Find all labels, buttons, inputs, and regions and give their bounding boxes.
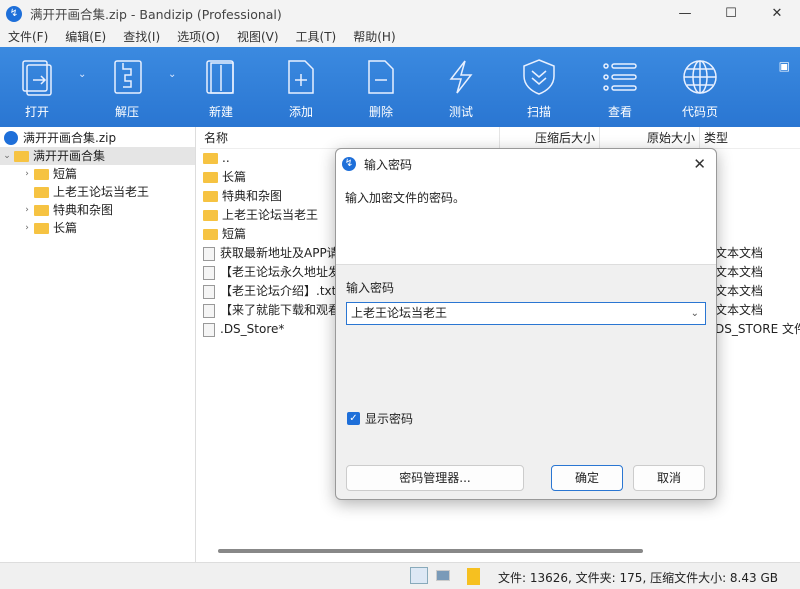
folder-tree: 满开开画合集.zip ⌄ 满开开画合集 › 短篇 上老王论坛当老王 › 特典和杂图 ›… <box>0 127 196 562</box>
menu-bar: 文件(F) 编辑(E) 查找(I) 选项(O) 视图(V) 工具(T) 帮助(H… <box>0 27 800 47</box>
column-compressed-size[interactable]: 压缩后大小 <box>500 127 600 148</box>
view-button[interactable]: 查看 <box>590 57 650 120</box>
tree-item[interactable]: › 短篇 <box>0 165 195 183</box>
folder-icon <box>203 153 218 164</box>
archive-folder-icon[interactable] <box>467 568 480 585</box>
expanded-arrow-icon[interactable]: ⌄ <box>0 147 14 165</box>
status-text: 文件: 13626, 文件夹: 175, 压缩文件大小: 8.43 GB <box>498 571 778 585</box>
close-button[interactable]: ✕ <box>754 0 800 27</box>
folder-icon <box>203 191 218 202</box>
test-button[interactable]: 测试 <box>431 57 491 120</box>
collapsed-arrow-icon[interactable]: › <box>20 165 34 183</box>
new-archive-button[interactable]: 新建 <box>191 57 251 120</box>
checkmark-icon: ✓ <box>347 412 360 425</box>
tree-item[interactable]: › 长篇 <box>0 219 195 237</box>
dialog-message: 输入加密文件的密码。 <box>345 191 466 205</box>
text-file-icon <box>203 303 215 318</box>
file-type: 文本文档 <box>715 303 764 317</box>
scan-button[interactable]: 扫描 <box>509 57 569 120</box>
folder-icon <box>34 222 49 234</box>
title-bar: ↯ 满开开画合集.zip - Bandizip (Professional) —… <box>0 0 800 27</box>
menu-tools[interactable]: 工具(T) <box>296 27 337 47</box>
thumbnail-view-icon[interactable] <box>436 570 450 581</box>
shield-icon <box>523 59 555 95</box>
menu-edit[interactable]: 编辑(E) <box>65 27 106 47</box>
add-file-icon <box>288 60 314 94</box>
password-input[interactable]: 上老王论坛当老王 ⌄ <box>346 302 706 325</box>
menu-options[interactable]: 选项(O) <box>177 27 220 47</box>
details-view-icon[interactable] <box>410 567 428 584</box>
folder-icon <box>203 172 218 183</box>
tree-root[interactable]: 满开开画合集.zip <box>0 129 195 147</box>
tree-item[interactable]: 上老王论坛当老王 <box>0 183 195 201</box>
file-type: 文本文档 <box>715 284 764 298</box>
chevron-down-icon[interactable]: ⌄ <box>691 303 699 324</box>
password-dialog: ↯ 输入密码 ✕ 输入加密文件的密码。 输入密码 上老王论坛当老王 ⌄ ✓ 显示密码… <box>335 148 717 500</box>
menu-find[interactable]: 查找(I) <box>123 27 160 47</box>
folder-icon <box>34 204 49 216</box>
extract-button[interactable]: 解压 <box>97 57 157 120</box>
dialog-close-button[interactable]: ✕ <box>693 155 706 173</box>
folder-icon <box>203 229 218 240</box>
add-button[interactable]: 添加 <box>271 57 331 120</box>
zip-icon <box>4 131 18 145</box>
globe-icon <box>683 60 717 94</box>
tree-folder-root[interactable]: ⌄ 满开开画合集 <box>0 147 195 165</box>
text-file-icon <box>203 284 215 299</box>
ok-button[interactable]: 确定 <box>551 465 623 491</box>
text-file-icon <box>203 265 215 280</box>
file-type: 文本文档 <box>715 246 764 260</box>
menu-file[interactable]: 文件(F) <box>8 27 48 47</box>
new-archive-icon <box>206 60 234 94</box>
delete-button[interactable]: 删除 <box>351 57 411 120</box>
text-file-icon <box>203 246 215 261</box>
menu-help[interactable]: 帮助(H) <box>353 27 395 47</box>
bandizip-logo-icon: ↯ <box>342 157 356 171</box>
codepage-button[interactable]: 代码页 <box>670 57 730 120</box>
file-type: DS_STORE 文件 <box>715 322 800 336</box>
layout-grid-icon[interactable]: ▣ <box>779 59 790 73</box>
column-headers: 名称 压缩后大小 原始大小 类型 <box>200 127 800 149</box>
extract-icon <box>114 60 142 94</box>
show-password-checkbox[interactable]: ✓ 显示密码 <box>347 410 413 427</box>
dialog-title: 输入密码 <box>364 157 413 172</box>
maximize-button[interactable]: ☐ <box>708 0 754 27</box>
list-icon <box>603 63 637 91</box>
collapsed-arrow-icon[interactable]: › <box>20 219 34 237</box>
file-icon <box>203 322 215 337</box>
delete-file-icon <box>368 60 394 94</box>
file-type: 文本文档 <box>715 265 764 279</box>
bandizip-logo-icon: ↯ <box>6 5 22 22</box>
lightning-icon <box>449 60 473 94</box>
column-original-size[interactable]: 原始大小 <box>600 127 700 148</box>
folder-icon <box>34 168 49 180</box>
folder-icon <box>203 210 218 221</box>
extract-dropdown-icon[interactable]: ⌄ <box>168 69 176 80</box>
minimize-button[interactable]: — <box>662 0 708 27</box>
toolbar: 打开 ⌄ 解压 ⌄ 新建 添加 删除 测试 扫描 查看 代码页 ▣ <box>0 47 800 127</box>
horizontal-scrollbar[interactable] <box>218 549 643 553</box>
open-icon <box>22 60 52 96</box>
cancel-button[interactable]: 取消 <box>633 465 705 491</box>
collapsed-arrow-icon[interactable]: › <box>20 201 34 219</box>
menu-view[interactable]: 视图(V) <box>237 27 279 47</box>
password-manager-button[interactable]: 密码管理器... <box>346 465 524 491</box>
open-dropdown-icon[interactable]: ⌄ <box>78 69 86 80</box>
window-title: 满开开画合集.zip - Bandizip (Professional) <box>30 7 282 22</box>
folder-icon <box>14 150 29 162</box>
column-type[interactable]: 类型 <box>700 127 732 148</box>
folder-icon <box>34 186 49 198</box>
open-button[interactable]: 打开 <box>7 57 67 120</box>
column-name[interactable]: 名称 <box>200 127 500 148</box>
password-label: 输入密码 <box>346 281 395 295</box>
tree-item[interactable]: › 特典和杂图 <box>0 201 195 219</box>
status-bar: 文件: 13626, 文件夹: 175, 压缩文件大小: 8.43 GB <box>0 562 800 589</box>
